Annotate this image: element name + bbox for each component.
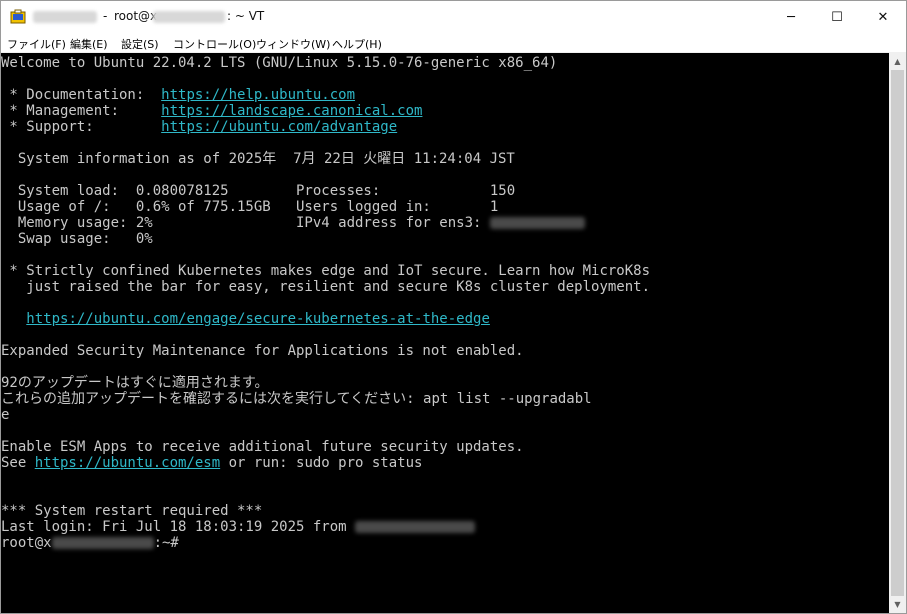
title-prefix: - — [103, 9, 108, 23]
system-info-line: System information as of 2025年 7月 22日 火曜… — [1, 151, 515, 167]
system-load-line: System load: 0.080078125 Processes: 150 — [1, 183, 516, 199]
redacted-ipv4 — [489, 217, 585, 229]
k8s-line-2: just raised the bar for easy, resilient … — [1, 279, 651, 295]
restart-required-line: *** System restart required *** — [1, 503, 263, 519]
scroll-down-button[interactable]: ▼ — [889, 596, 906, 613]
close-button[interactable]: ✕ — [860, 1, 906, 33]
maximize-icon: ☐ — [831, 9, 843, 25]
support-link[interactable]: https://ubuntu.com/advantage — [161, 119, 397, 135]
esm-link[interactable]: https://ubuntu.com/esm — [35, 455, 220, 471]
close-icon: ✕ — [877, 9, 889, 25]
minimize-icon: ─ — [787, 9, 795, 25]
updates-line-1: 92のアップデートはすぐに適用されます。 — [1, 375, 269, 391]
maximize-button[interactable]: ☐ — [814, 1, 860, 33]
redacted-login-ip — [355, 521, 476, 533]
vertical-scrollbar[interactable]: ▲ ▼ — [889, 53, 906, 613]
menu-edit[interactable]: 編集(E) — [70, 36, 108, 52]
management-line: * Management: https://landscape.canonica… — [1, 103, 422, 119]
minimize-button[interactable]: ─ — [768, 1, 814, 33]
updates-line-3: e — [1, 407, 10, 423]
last-login-line: Last login: Fri Jul 18 18:03:19 2025 fro… — [1, 519, 476, 535]
swap-line: Swap usage: 0% — [1, 231, 153, 247]
documentation-line: * Documentation: https://help.ubuntu.com — [1, 87, 355, 103]
menu-control[interactable]: コントロール(O) — [173, 36, 256, 52]
documentation-link[interactable]: https://help.ubuntu.com — [161, 87, 355, 103]
k8s-link[interactable]: https://ubuntu.com/engage/secure-kuberne… — [26, 311, 490, 327]
memory-line: Memory usage: 2% IPv4 address for ens3: — [1, 215, 585, 231]
management-link[interactable]: https://landscape.canonical.com — [161, 103, 422, 119]
terminal-window: - root@x : ~ VT ─ ☐ ✕ ファイル(F) 編集(E) 設定(S… — [0, 0, 907, 614]
title-user-host: root@x — [114, 9, 158, 23]
updates-line-2: これらの追加アップデートを確認するには次を実行してください: apt list … — [1, 391, 592, 407]
k8s-url-indent — [1, 311, 26, 327]
k8s-url-line: https://ubuntu.com/engage/secure-kuberne… — [1, 311, 490, 327]
menu-help[interactable]: ヘルプ(H) — [332, 36, 382, 52]
support-line: * Support: https://ubuntu.com/advantage — [1, 119, 397, 135]
esm-notice-line: Expanded Security Maintenance for Applic… — [1, 343, 524, 359]
title-bar[interactable]: - root@x : ~ VT ─ ☐ ✕ — [1, 1, 906, 33]
prompt-user: root@x — [1, 535, 52, 551]
see-suffix: or run: sudo pro status — [220, 455, 423, 471]
support-label: * Support: — [1, 119, 162, 135]
scroll-up-button[interactable]: ▲ — [889, 53, 906, 70]
teraterm-app-icon — [10, 9, 26, 24]
title-suffix: : ~ VT — [227, 9, 265, 23]
terminal-screen[interactable]: Welcome to Ubuntu 22.04.2 LTS (GNU/Linux… — [1, 53, 889, 613]
scroll-up-icon: ▲ — [894, 57, 901, 66]
memory-text: Memory usage: 2% IPv4 address for ens3: — [1, 215, 482, 231]
last-login-text: Last login: Fri Jul 18 18:03:19 2025 fro… — [1, 519, 356, 535]
see-esm-line: See https://ubuntu.com/esm or run: sudo … — [1, 455, 422, 471]
management-label: * Management: — [1, 103, 162, 119]
scroll-down-icon: ▼ — [894, 600, 901, 609]
prompt-line: root@x :~# — [1, 535, 179, 551]
scrollbar-thumb[interactable] — [891, 70, 904, 596]
menu-file[interactable]: ファイル(F) — [7, 36, 66, 52]
title-redacted-ip — [153, 11, 225, 23]
menu-window[interactable]: ウィンドウ(W) — [256, 36, 330, 52]
title-redacted-host — [33, 11, 97, 23]
prompt-suffix: :~# — [153, 535, 179, 551]
welcome-line: Welcome to Ubuntu 22.04.2 LTS (GNU/Linux… — [1, 55, 558, 71]
k8s-line-1: * Strictly confined Kubernetes makes edg… — [1, 263, 651, 279]
redacted-prompt-host — [51, 537, 154, 549]
see-prefix: See — [1, 455, 35, 471]
menu-bar: ファイル(F) 編集(E) 設定(S) コントロール(O) ウィンドウ(W) ヘ… — [1, 33, 906, 52]
menu-settings[interactable]: 設定(S) — [121, 36, 159, 52]
enable-esm-line: Enable ESM Apps to receive additional fu… — [1, 439, 524, 455]
documentation-label: * Documentation: — [1, 87, 162, 103]
usage-line: Usage of /: 0.6% of 775.15GB Users logge… — [1, 199, 499, 215]
